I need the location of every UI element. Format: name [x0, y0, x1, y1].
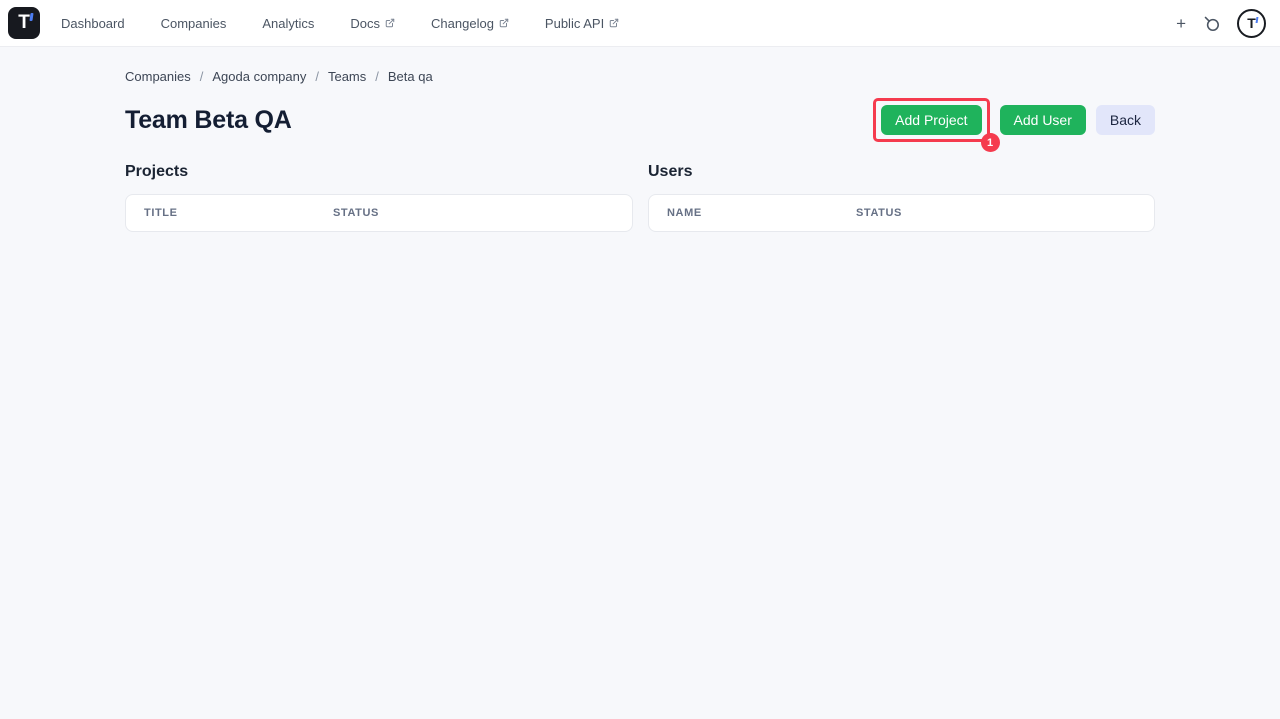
- annotation-highlight-box: Add Project 1: [873, 98, 1000, 152]
- breadcrumb-beta-qa[interactable]: Beta qa: [388, 69, 433, 84]
- projects-column-title: TITLE: [144, 207, 178, 219]
- users-column-status: STATUS: [856, 207, 902, 219]
- breadcrumb: Companies / Agoda company / Teams / Beta…: [125, 69, 1155, 84]
- breadcrumb-companies[interactable]: Companies: [125, 69, 191, 84]
- nav-item-changelog[interactable]: Changelog: [431, 16, 509, 31]
- nav-item-companies[interactable]: Companies: [161, 16, 227, 31]
- breadcrumb-separator: /: [375, 69, 379, 84]
- page-content: Companies / Agoda company / Teams / Beta…: [125, 47, 1155, 232]
- nav-item-label: Dashboard: [61, 15, 125, 31]
- annotation-step-badge: 1: [980, 133, 1000, 152]
- avatar-letter: T: [1247, 15, 1256, 31]
- users-section: Users NAME STATUS: [648, 163, 1155, 232]
- search-icon[interactable]: [1203, 15, 1220, 32]
- projects-section: Projects TITLE STATUS: [125, 163, 633, 232]
- topbar-right-controls: + T: [1176, 8, 1266, 38]
- breadcrumb-teams[interactable]: Teams: [328, 69, 366, 84]
- breadcrumb-separator: /: [315, 69, 319, 84]
- nav-item-label: Public API: [544, 15, 605, 31]
- nav-item-public-api[interactable]: Public API: [545, 16, 619, 31]
- external-link-icon: [499, 18, 509, 28]
- top-navigation-bar: T Dashboard Companies Analytics Docs Cha…: [0, 0, 1280, 47]
- nav-item-label: Analytics: [262, 15, 315, 31]
- add-project-button[interactable]: Add Project: [881, 105, 982, 135]
- users-heading: Users: [648, 163, 693, 180]
- plus-icon[interactable]: +: [1176, 15, 1186, 32]
- users-column-name: NAME: [667, 207, 702, 219]
- breadcrumb-separator: /: [199, 69, 204, 84]
- user-avatar[interactable]: T: [1237, 8, 1266, 38]
- action-buttons: Add Project 1 Add User Back: [873, 98, 1155, 152]
- external-link-icon: [609, 18, 619, 28]
- nav-item-label: Docs: [350, 15, 381, 31]
- brand-logo-accent: [29, 13, 34, 21]
- add-user-button[interactable]: Add User: [999, 105, 1086, 135]
- projects-heading: Projects: [125, 163, 189, 180]
- sections-grid: Projects TITLE STATUS Users NAME STATUS: [125, 163, 1155, 232]
- nav-item-analytics[interactable]: Analytics: [262, 16, 314, 31]
- avatar-accent: [1255, 16, 1259, 23]
- users-table: NAME STATUS: [648, 194, 1155, 232]
- nav-item-docs[interactable]: Docs: [350, 16, 395, 31]
- nav-item-dashboard[interactable]: Dashboard: [61, 16, 125, 31]
- brand-logo[interactable]: T: [8, 7, 40, 39]
- external-link-icon: [385, 18, 395, 28]
- projects-column-status: STATUS: [333, 207, 379, 219]
- breadcrumb-agoda-company[interactable]: Agoda company: [212, 69, 306, 84]
- brand-logo-letter: T: [18, 12, 30, 33]
- nav-item-label: Changelog: [431, 15, 494, 31]
- main-nav: Dashboard Companies Analytics Docs Chang…: [61, 16, 619, 31]
- page-title: Team Beta QA: [125, 105, 292, 134]
- title-row: Team Beta QA Add Project 1 Add User Back: [125, 98, 1155, 152]
- projects-table: TITLE STATUS: [125, 194, 633, 232]
- nav-item-label: Companies: [160, 15, 227, 31]
- back-button[interactable]: Back: [1095, 105, 1155, 135]
